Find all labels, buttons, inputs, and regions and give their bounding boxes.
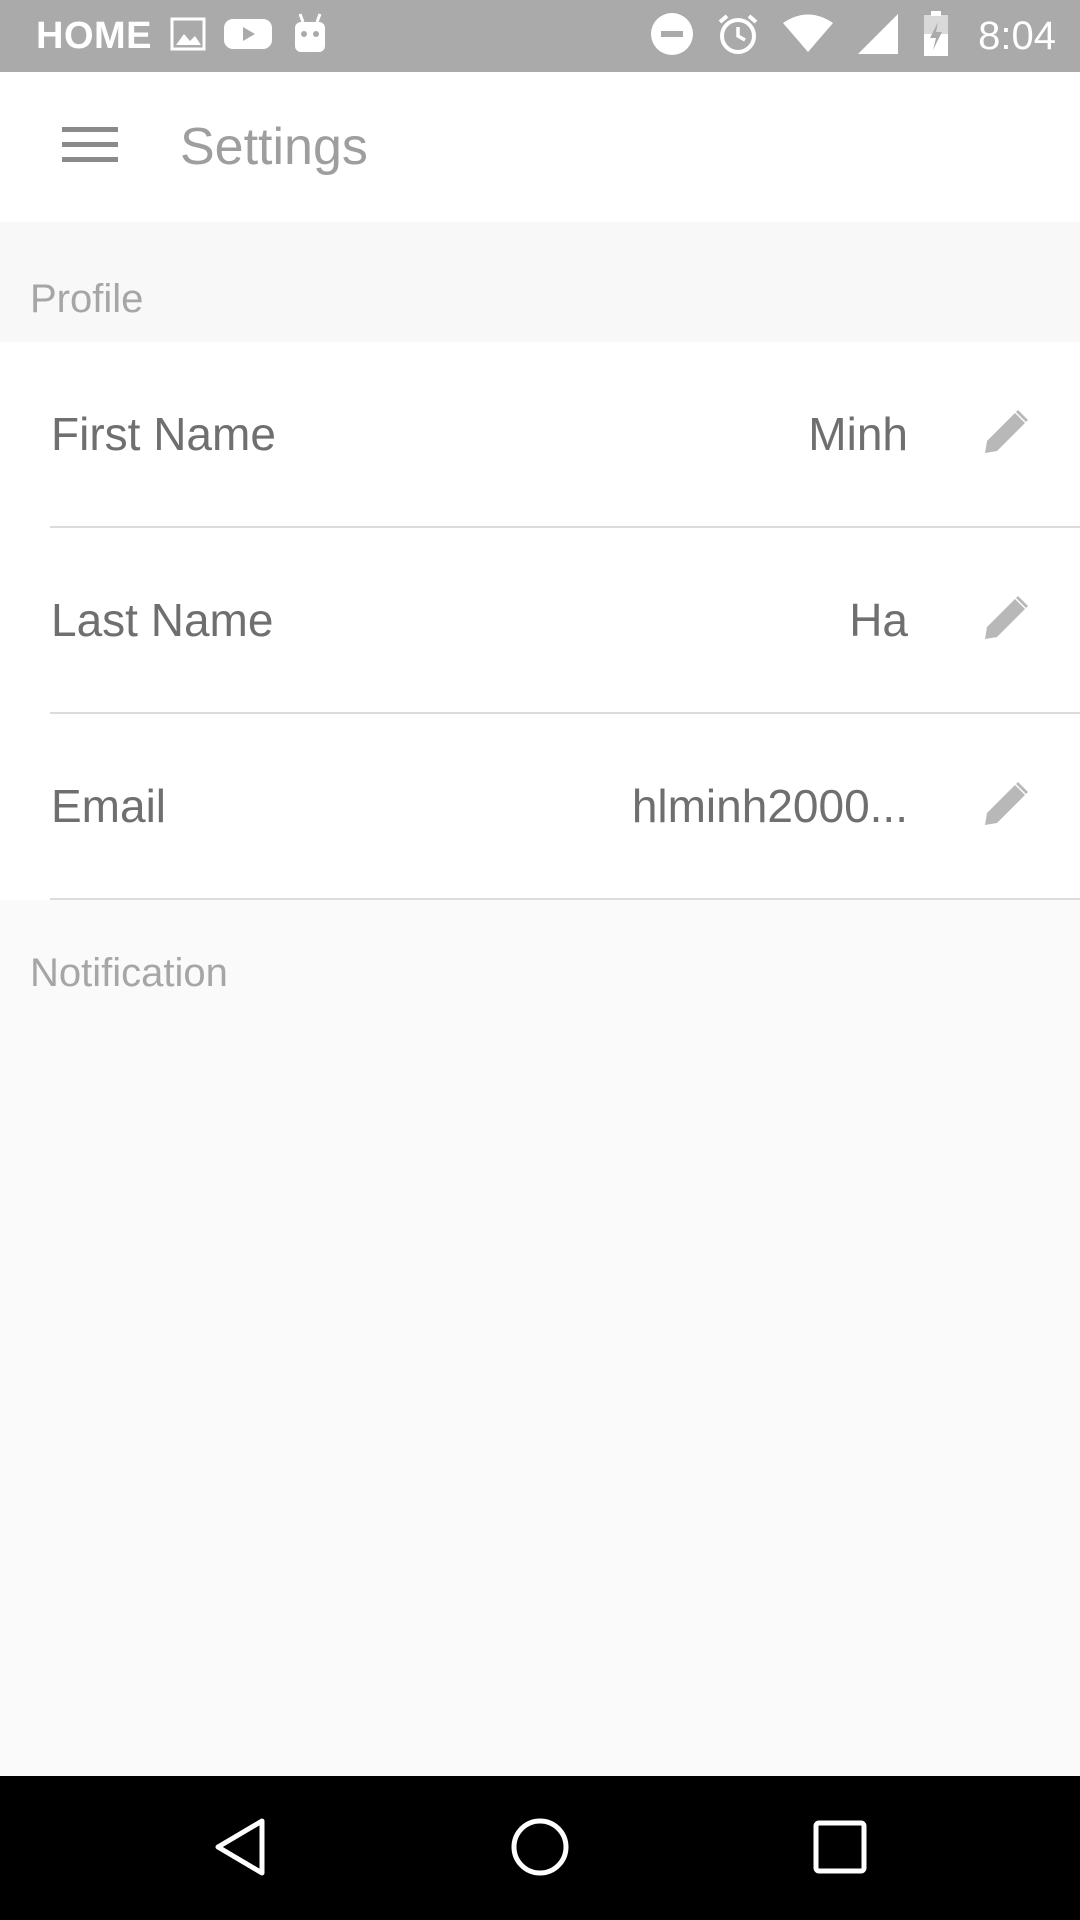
profile-section-label: Profile [30, 277, 144, 321]
first-name-row[interactable]: First Name Minh [0, 342, 1080, 528]
home-button[interactable] [495, 1804, 585, 1894]
recents-icon [813, 1820, 867, 1879]
navigation-bar [0, 1776, 1080, 1920]
page-title: Settings [180, 118, 368, 176]
email-value: hlminh2000... [631, 780, 908, 832]
status-bar: HOME 8:04 [0, 0, 1080, 72]
last-name-value: Ha [849, 594, 908, 646]
last-name-label: Last Name [51, 594, 274, 646]
signal-icon [856, 12, 900, 61]
pencil-icon [982, 408, 1030, 461]
alarm-icon [716, 12, 760, 61]
app-bar: Settings [0, 72, 1080, 222]
profile-section-header [0, 222, 1080, 342]
android-icon [290, 12, 330, 61]
edit-first-name-button[interactable] [976, 404, 1036, 464]
last-name-row[interactable]: Last Name Ha [0, 528, 1080, 714]
edit-last-name-button[interactable] [976, 590, 1036, 650]
first-name-value: Minh [808, 408, 908, 460]
back-button[interactable] [195, 1804, 285, 1894]
home-icon [510, 1817, 570, 1882]
menu-button[interactable] [48, 114, 132, 180]
first-name-label: First Name [51, 408, 276, 460]
email-label: Email [51, 780, 167, 832]
notification-section-label: Notification [30, 951, 228, 995]
pencil-icon [982, 594, 1030, 647]
wifi-icon [782, 14, 834, 59]
profile-list: First Name Minh Last Name Ha Email hlmin… [0, 342, 1080, 900]
battery-charging-icon [922, 10, 950, 63]
do-not-disturb-icon [650, 12, 694, 61]
hamburger-menu-icon [62, 125, 118, 170]
youtube-icon [224, 17, 272, 56]
image-icon [170, 17, 206, 56]
clock: 8:04 [978, 13, 1056, 58]
pencil-icon [982, 780, 1030, 833]
back-icon [212, 1817, 268, 1882]
recents-button[interactable] [795, 1804, 885, 1894]
carrier-label: HOME [36, 14, 152, 57]
row-divider [50, 898, 1080, 900]
edit-email-button[interactable] [976, 776, 1036, 836]
email-row[interactable]: Email hlminh2000... [0, 714, 1080, 900]
